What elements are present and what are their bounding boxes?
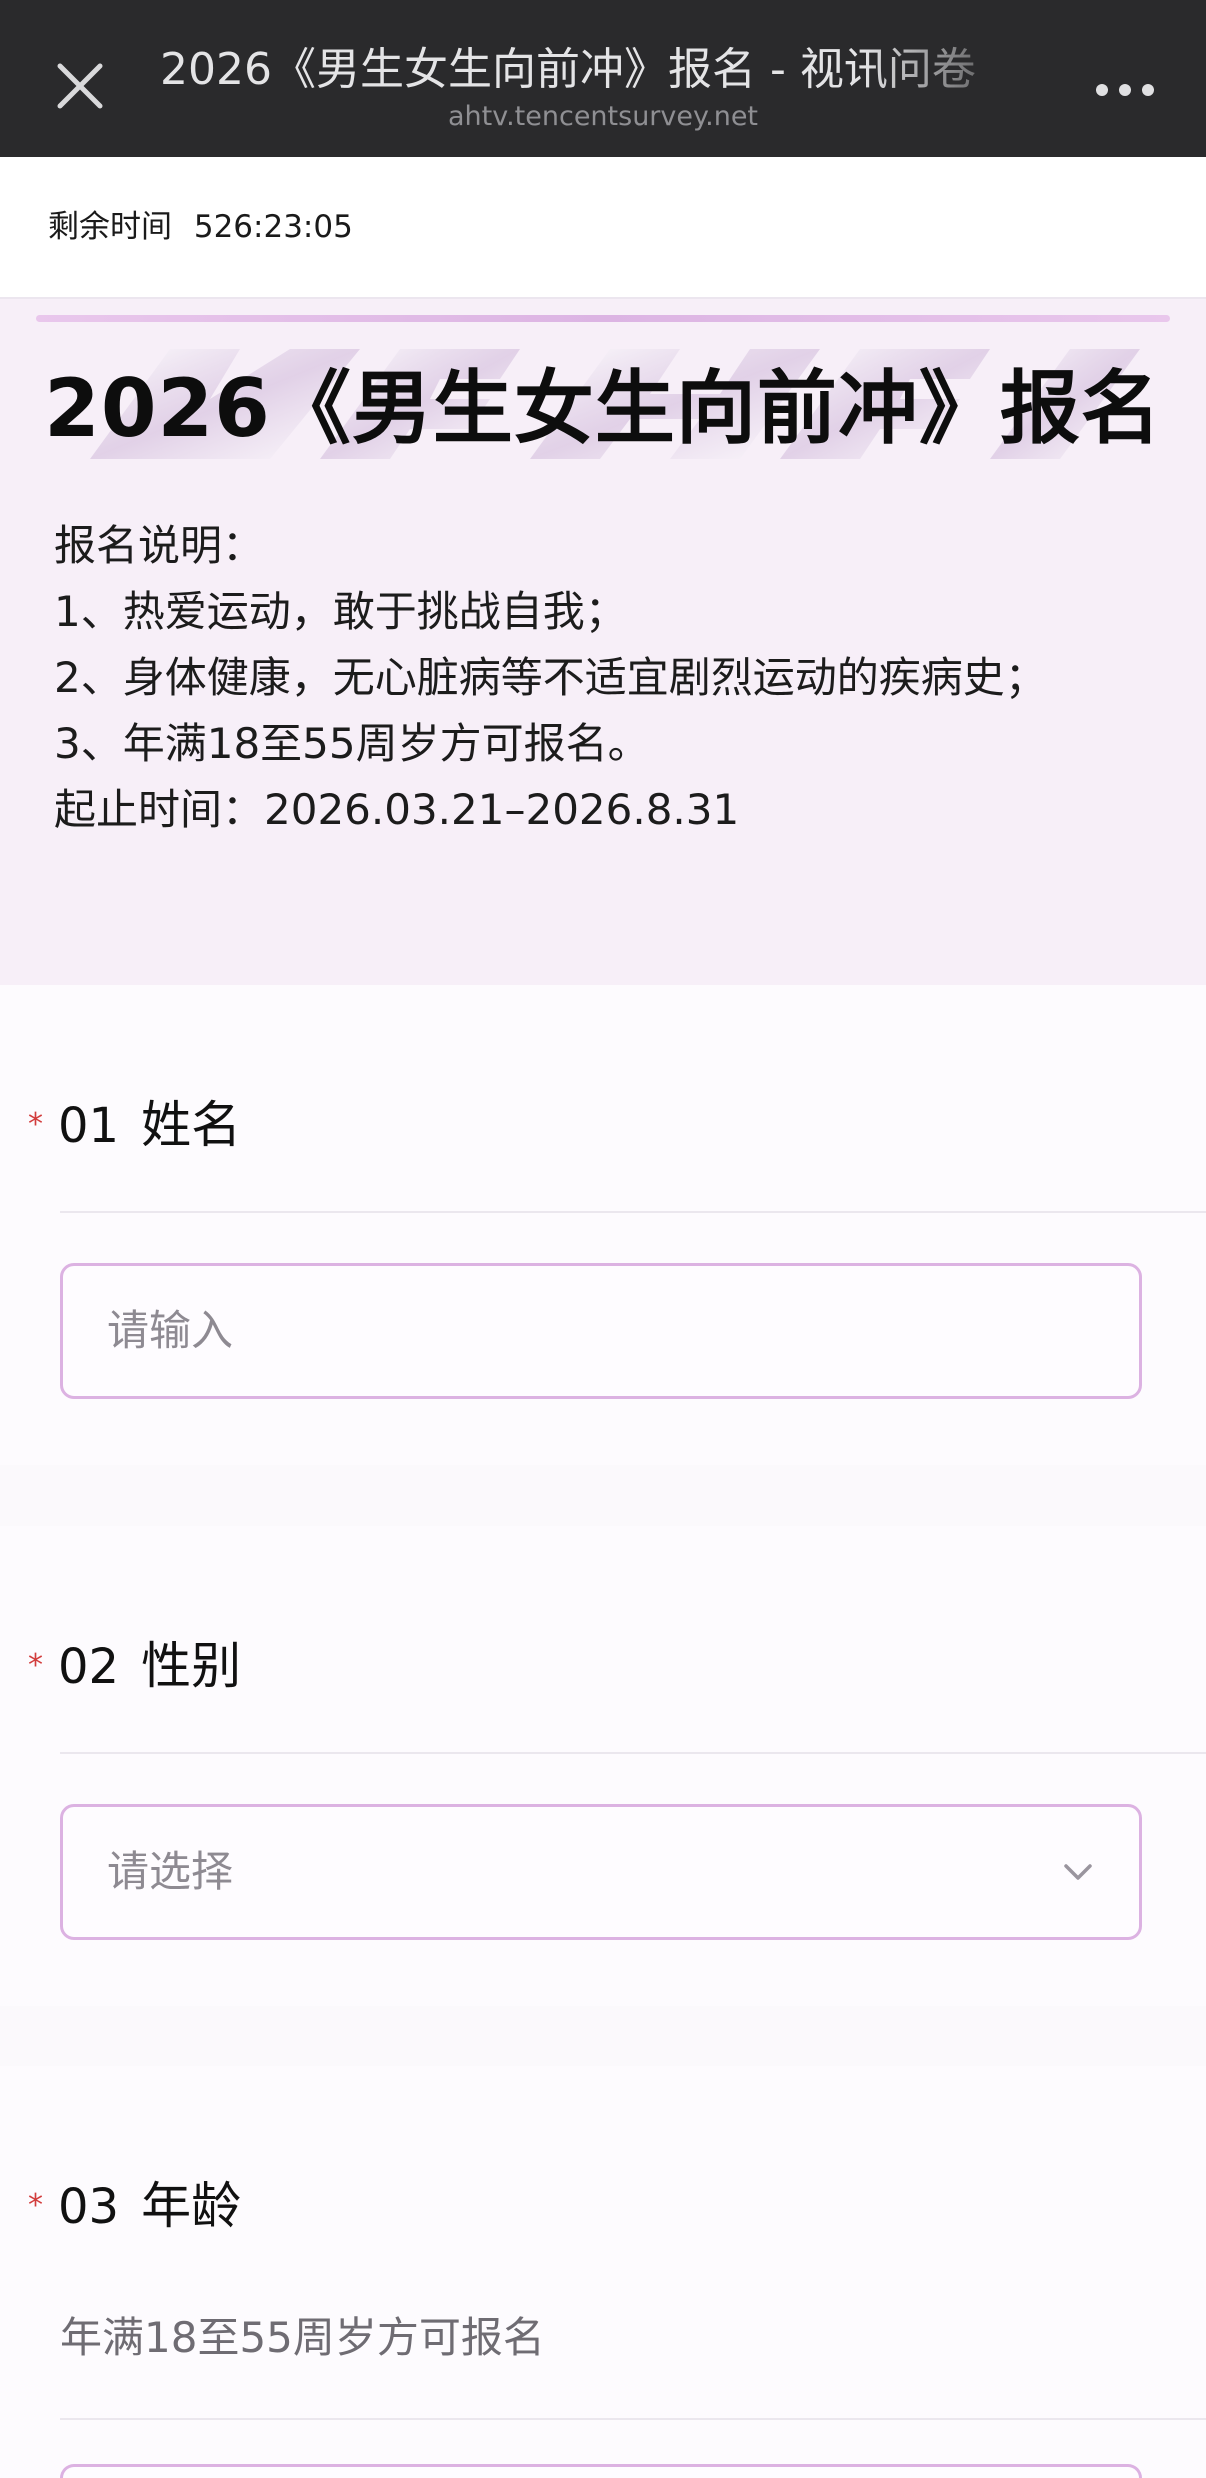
countdown-value: 526:23:05 (193, 209, 353, 245)
question-number: 02 (58, 1639, 120, 1695)
site-domain: ahtv.tencentsurvey.net (447, 101, 759, 132)
survey-description: 报名说明： 1、热爱运动，敢于挑战自我； 2、身体健康，无心脏病等不适宜剧烈运动… (54, 513, 1174, 843)
question-title: * 03 年龄 (28, 2176, 241, 2236)
description-line: 报名说明： (54, 521, 265, 570)
question-label: 年龄 (141, 2177, 242, 2235)
question-card-age: * 03 年龄 年满18至55周岁方可报名 (0, 2066, 1206, 2478)
required-mark: * (28, 2188, 43, 2223)
required-mark: * (28, 1648, 43, 1683)
countdown-bar: 剩余时间 526:23:05 (0, 157, 1206, 299)
question-label: 性别 (141, 1637, 242, 1695)
question-label: 姓名 (141, 1096, 242, 1154)
question-divider (60, 1752, 1206, 1754)
survey-header: 2026《男生女生向前冲》报名 报名说明： 1、热爱运动，敢于挑战自我； 2、身… (0, 299, 1206, 985)
question-title: * 01 姓名 (28, 1095, 241, 1155)
question-number: 01 (58, 1098, 120, 1154)
description-line: 1、热爱运动，敢于挑战自我； (54, 587, 627, 636)
gender-select-placeholder: 请选择 (107, 1847, 234, 1896)
countdown-text: 剩余时间 526:23:05 (48, 207, 353, 247)
page-title: 2026《男生女生向前冲》报名 (44, 362, 1162, 455)
question-card-gender: * 02 性别 请选择 (0, 1526, 1206, 2006)
name-input[interactable]: 请输入 (60, 1263, 1142, 1399)
question-card-name: * 01 姓名 请输入 (0, 985, 1206, 1465)
page-tab-title: 2026《男生女生向前冲》报名 - 视讯问卷 (160, 44, 976, 95)
age-input[interactable] (60, 2464, 1142, 2478)
header-accent-strip (36, 315, 1170, 322)
question-hint: 年满18至55周岁方可报名 (60, 2313, 545, 2362)
required-mark: * (28, 1107, 43, 1142)
question-number: 03 (58, 2179, 120, 2235)
gender-select[interactable]: 请选择 (60, 1804, 1142, 1940)
name-input-placeholder: 请输入 (107, 1306, 234, 1355)
description-line: 2、身体健康，无心脏病等不适宜剧烈运动的疾病史； (54, 653, 1047, 702)
countdown-label: 剩余时间 (48, 209, 172, 245)
more-dots-icon[interactable] (1090, 70, 1160, 110)
question-title: * 02 性别 (28, 1636, 241, 1696)
chevron-down-icon (1061, 1855, 1095, 1889)
question-divider (60, 1211, 1206, 1213)
question-divider (60, 2418, 1206, 2420)
description-line: 3、年满18至55周岁方可报名。 (54, 719, 650, 768)
browser-nav-bar: 2026《男生女生向前冲》报名 - 视讯问卷 ahtv.tencentsurve… (0, 0, 1206, 157)
description-line: 起止时间：2026.03.21–2026.8.31 (54, 785, 740, 834)
